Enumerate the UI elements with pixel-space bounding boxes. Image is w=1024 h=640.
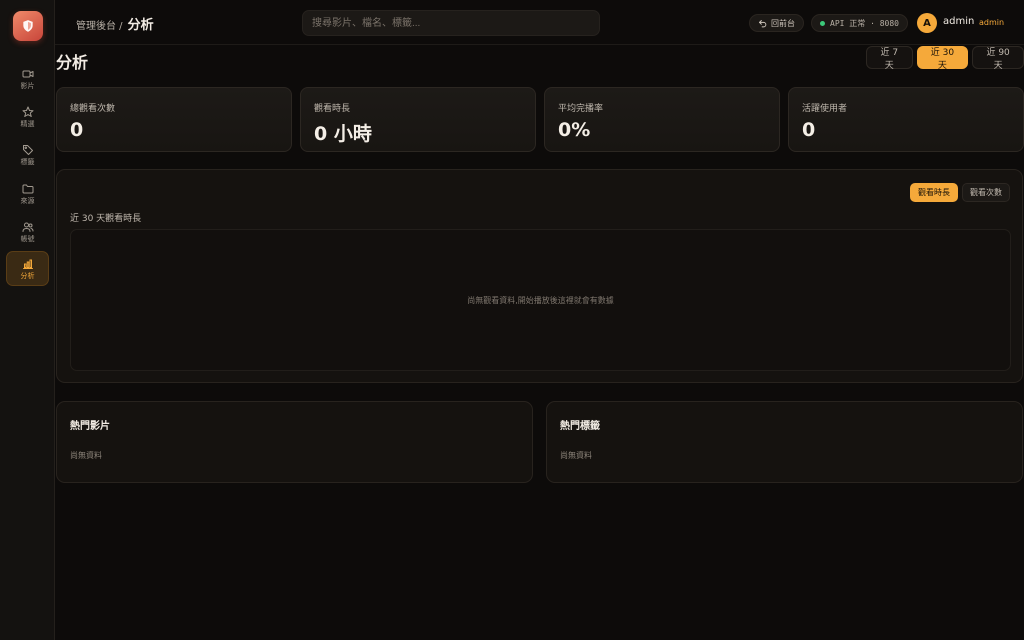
stat-value: 0: [802, 119, 816, 141]
chart-area: 尚無觀看資料,開始播放後這裡就會有數據: [70, 229, 1011, 371]
api-status-badge: API 正常 · 8080: [811, 14, 908, 32]
breadcrumb: 管理後台 / 分析: [76, 14, 154, 33]
sidebar-item-label: 影片: [20, 81, 35, 90]
stat-card-completion-rate: 平均完播率 0%: [544, 87, 780, 152]
bar-chart-icon: [22, 259, 33, 269]
stat-label: 總觀看次數: [70, 104, 116, 114]
sidebar-item-label: 帳號: [20, 234, 35, 243]
sidebar: 影片 精選 標籤 來源 帳號 分析: [0, 0, 55, 640]
sidebar-item-label: 標籤: [20, 157, 35, 166]
range-7-days-button[interactable]: 近 7 天: [866, 46, 913, 71]
sidebar-item-accounts[interactable]: 帳號: [6, 214, 49, 249]
stat-value: 0 小時: [314, 123, 372, 145]
list-title: 熱門影片: [70, 421, 110, 432]
sidebar-item-sources[interactable]: 來源: [6, 176, 49, 211]
users-icon: [22, 222, 33, 232]
watch-trend-panel: 觀看時長 觀看次數 近 30 天觀看時長 尚無觀看資料,開始播放後這裡就會有數據: [56, 169, 1023, 383]
back-to-frontend-button[interactable]: 回前台: [749, 14, 804, 32]
search-input[interactable]: [302, 10, 600, 36]
stat-value: 0%: [558, 119, 591, 141]
chart-empty-message: 尚無觀看資料,開始播放後這裡就會有數據: [467, 295, 614, 305]
undo-arrow-icon: [759, 19, 767, 27]
stat-card-watch-time: 觀看時長 0 小時: [300, 87, 536, 152]
top-bar: 管理後台 / 分析 回前台 API 正常 · 8080 A admin admi…: [55, 0, 1024, 45]
username[interactable]: admin: [943, 16, 974, 27]
top-videos-card: 熱門影片 尚無資料: [56, 401, 533, 483]
sidebar-item-label: 精選: [20, 119, 35, 128]
star-icon: [22, 106, 33, 117]
page-title: 分析: [56, 53, 89, 72]
stat-card-active-users: 活躍使用者 0: [788, 87, 1024, 152]
tab-watch-time[interactable]: 觀看時長: [910, 183, 958, 202]
sidebar-item-tags[interactable]: 標籤: [6, 137, 49, 172]
range-30-days-button[interactable]: 近 30 天: [916, 46, 969, 71]
status-dot-icon: [820, 20, 825, 26]
api-status-text: API 正常 · 8080: [830, 18, 899, 28]
avatar[interactable]: A: [917, 13, 937, 33]
breadcrumb-current: 分析: [127, 18, 154, 33]
shield-logo-icon: [23, 20, 33, 32]
stat-value: 0: [70, 119, 84, 141]
folder-icon: [22, 184, 33, 193]
list-title: 熱門標籤: [560, 421, 600, 432]
sidebar-item-label: 分析: [20, 271, 35, 280]
stat-label: 平均完播率: [558, 104, 604, 114]
list-empty-message: 尚無資料: [70, 451, 102, 460]
stat-label: 觀看時長: [314, 104, 351, 114]
back-to-frontend-label: 回前台: [771, 18, 795, 28]
top-tags-card: 熱門標籤 尚無資料: [546, 401, 1023, 483]
app-logo[interactable]: [13, 11, 43, 41]
sidebar-item-videos[interactable]: 影片: [6, 61, 49, 96]
tab-view-count[interactable]: 觀看次數: [962, 183, 1010, 202]
metric-tabs: 觀看時長 觀看次數: [910, 183, 1010, 202]
stat-card-total-views: 總觀看次數 0: [56, 87, 292, 152]
breadcrumb-root[interactable]: 管理後台 /: [76, 17, 123, 32]
list-empty-message: 尚無資料: [560, 451, 592, 460]
range-90-days-button[interactable]: 近 90 天: [972, 46, 1024, 71]
sidebar-item-label: 來源: [20, 196, 35, 205]
sidebar-item-analytics[interactable]: 分析: [6, 251, 49, 286]
date-range-selector: 近 7 天 近 30 天 近 90 天: [866, 46, 1024, 71]
video-icon: [22, 70, 33, 77]
user-role-badge: admin: [979, 18, 1005, 27]
tag-icon: [22, 144, 33, 155]
stat-label: 活躍使用者: [802, 104, 848, 114]
sidebar-item-featured[interactable]: 精選: [6, 99, 49, 134]
chart-title: 近 30 天觀看時長: [70, 214, 142, 224]
